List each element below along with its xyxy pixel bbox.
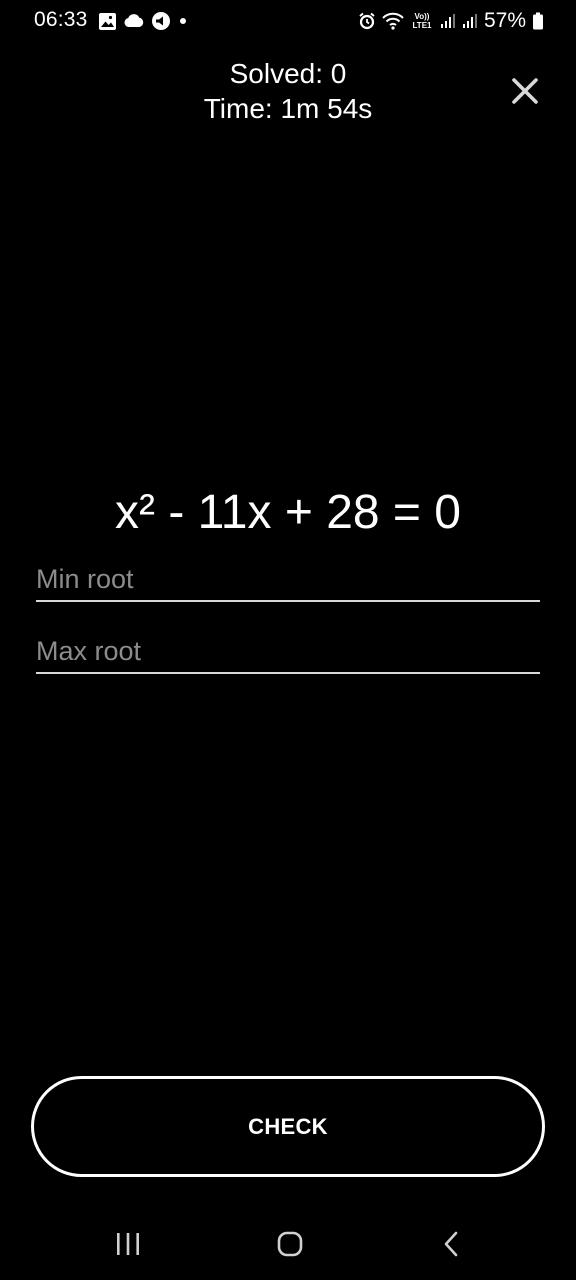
home-button[interactable] bbox=[260, 1224, 320, 1264]
volte-icon: Vo)) LTE1 bbox=[410, 11, 434, 31]
back-button[interactable] bbox=[422, 1224, 482, 1264]
svg-text:LTE1: LTE1 bbox=[412, 21, 432, 30]
recents-button[interactable] bbox=[98, 1224, 158, 1264]
gallery-icon bbox=[98, 12, 117, 31]
status-bar: 06:33 Vo)) LTE1 57% bbox=[0, 0, 576, 44]
solved-counter: Solved: 0 bbox=[229, 58, 347, 89]
close-button[interactable] bbox=[506, 72, 544, 110]
status-time: 06:33 bbox=[34, 8, 88, 31]
wifi-icon bbox=[382, 12, 404, 30]
battery-icon bbox=[532, 12, 544, 30]
media-icon bbox=[151, 11, 171, 31]
home-icon[interactable] bbox=[276, 1230, 304, 1258]
cloud-icon bbox=[123, 13, 145, 29]
check-button-label: CHECK bbox=[248, 1113, 328, 1139]
elapsed-time: Time: 1m 54s bbox=[203, 93, 373, 124]
min-root-input[interactable] bbox=[36, 558, 540, 602]
max-root-input[interactable] bbox=[36, 630, 540, 674]
equation-text: x² - 11x + 28 = 0 bbox=[115, 486, 461, 539]
status-system-icons: Vo)) LTE1 57% bbox=[358, 8, 544, 34]
alarm-icon bbox=[358, 12, 376, 30]
dot-icon bbox=[177, 15, 189, 27]
check-button[interactable]: CHECK bbox=[31, 1076, 545, 1177]
recents-icon[interactable] bbox=[115, 1232, 141, 1256]
back-icon[interactable] bbox=[441, 1231, 463, 1257]
navigation-bar bbox=[0, 1210, 576, 1280]
close-icon[interactable] bbox=[506, 72, 544, 110]
battery-percent: 57% bbox=[483, 9, 526, 32]
game-header: Solved: 0 Time: 1m 54s bbox=[0, 56, 576, 126]
signal-icon bbox=[440, 13, 456, 29]
status-notification-icons bbox=[98, 10, 189, 32]
svg-text:Vo)): Vo)) bbox=[414, 12, 429, 21]
signal-icon bbox=[462, 13, 478, 29]
